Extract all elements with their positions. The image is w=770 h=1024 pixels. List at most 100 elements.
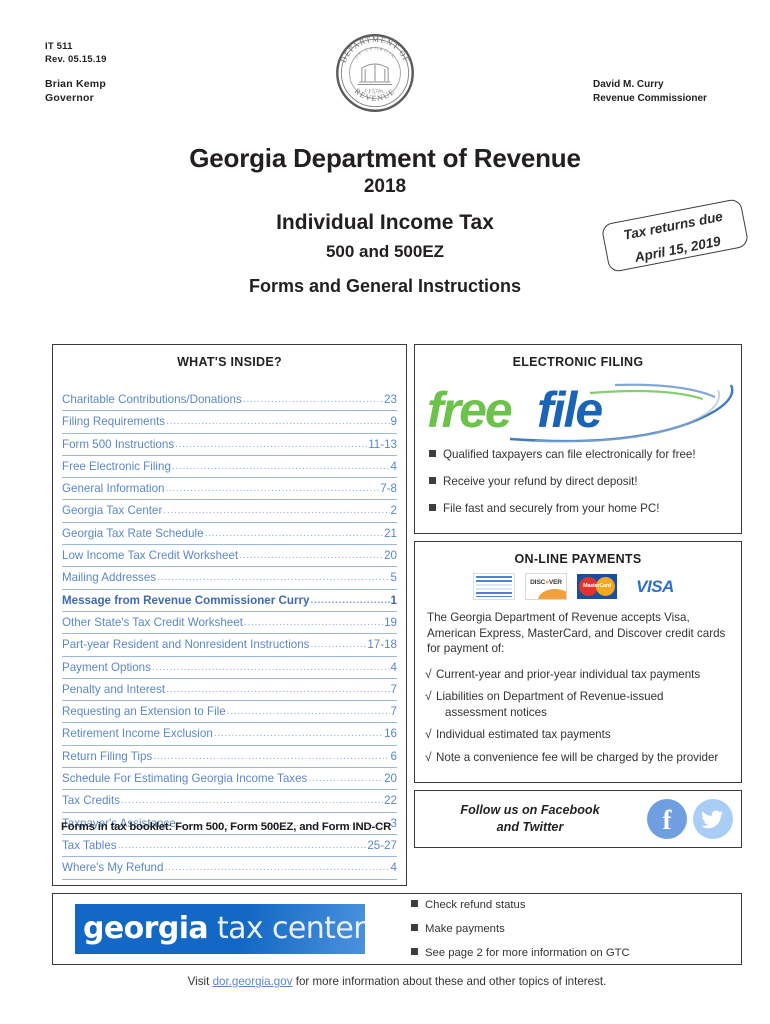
toc-entry[interactable]: Filing Requirements.....................… — [62, 411, 397, 434]
twitter-icon[interactable] — [693, 799, 733, 840]
toc-entry[interactable]: Return Filing Tips......................… — [62, 746, 397, 769]
toc-entry[interactable]: Georgia Tax Rate Schedule...............… — [62, 523, 397, 546]
credit-card-logos: DISC●VER MasterCard VISA — [415, 572, 741, 600]
gtc-bullet: See page 2 for more information on GTC — [411, 946, 630, 961]
freefile-logo: free file — [415, 371, 741, 443]
toc-entry[interactable]: Schedule For Estimating Georgia Income T… — [62, 768, 397, 791]
toc-entry-page: 16 — [384, 727, 397, 741]
toc-entry[interactable]: Mailing Addresses.......................… — [62, 567, 397, 590]
form-number: IT 511 — [45, 41, 73, 52]
electronic-filing-bullet-text: Qualified taxpayers can file electronica… — [443, 448, 696, 461]
right-column: ELECTRONIC FILING free file Qualified ta… — [414, 344, 742, 849]
toc-entry[interactable]: Payment Options.........................… — [62, 657, 397, 679]
toc-entry-page: 11-13 — [368, 437, 397, 451]
footer-note: Visit dor.georgia.gov for more informati… — [52, 975, 742, 988]
check-mark-icon: √ — [425, 689, 432, 704]
toc-entry-page: 23 — [384, 393, 397, 406]
toc-entry-label: Tax Credits — [62, 794, 120, 808]
toc-entry-label: Return Filing Tips — [62, 749, 153, 763]
whats-inside-panel: WHAT'S INSIDE? Charitable Contributions/… — [52, 344, 407, 886]
freefile-file-text: file — [537, 382, 602, 438]
toc-entry[interactable]: Where's My Refund.......................… — [62, 857, 397, 880]
toc-entry[interactable]: Penalty and Interest....................… — [62, 679, 397, 702]
governor-name: Brian Kemp — [45, 78, 106, 90]
toc-dot-leader: ........................................… — [242, 393, 383, 405]
check-mark-icon: √ — [425, 749, 432, 764]
toc-entry-label: Georgia Tax Center — [62, 504, 163, 518]
freefile-free-text: free — [427, 382, 512, 438]
gtc-bullet-text: See page 2 for more information on GTC — [425, 946, 630, 959]
toc-dot-leader: ........................................… — [226, 705, 390, 718]
facebook-icon[interactable]: f — [647, 799, 687, 840]
toc-entry[interactable]: Retirement Income Exclusion.............… — [62, 723, 397, 746]
commissioner-title: Revenue Commissioner — [593, 93, 707, 104]
toc-dot-leader: ........................................… — [243, 615, 383, 628]
toc-entry-label: Low Income Tax Credit Worksheet — [62, 549, 239, 563]
electronic-filing-panel: ELECTRONIC FILING free file Qualified ta… — [414, 344, 742, 534]
toc-entry[interactable]: General Information.....................… — [62, 478, 397, 501]
gtc-bullet-text: Make payments — [425, 922, 505, 935]
social-line2: and Twitter — [496, 820, 564, 835]
toc-entry[interactable]: Part-year Resident and Nonresident Instr… — [62, 634, 397, 657]
toc-entry-page: 5 — [390, 571, 397, 585]
gtc-word-taxcenter: tax center — [208, 911, 366, 946]
electronic-filing-benefits: Qualified taxpayers can file electronica… — [415, 443, 741, 533]
square-bullet-icon — [411, 899, 418, 907]
toc-dot-leader: ........................................… — [171, 459, 390, 472]
gtc-bottom-panel: georgia tax center Check refund status Ma… — [52, 893, 742, 965]
toc-entry[interactable]: Tax Tables..............................… — [62, 835, 397, 858]
toc-dot-leader: ........................................… — [153, 749, 389, 762]
toc-entry[interactable]: Other State's Tax Credit Worksheet......… — [62, 612, 397, 635]
mastercard-logo-icon: MasterCard — [577, 573, 617, 599]
toc-dot-leader: ........................................… — [164, 861, 390, 874]
georgia-tax-center-banner[interactable]: georgia tax center — [75, 904, 366, 954]
toc-entry-label: Form 500 Instructions — [62, 437, 175, 451]
toc-dot-leader: ........................................… — [310, 593, 389, 606]
toc-entry-page: 2 — [390, 504, 397, 518]
table-of-contents: Charitable Contributions/Donations......… — [53, 389, 406, 880]
toc-dot-leader: ........................................… — [213, 727, 383, 740]
online-payments-intro: The Georgia Department of Revenue accept… — [427, 611, 726, 655]
gtc-bullet: Make payments — [411, 922, 630, 937]
toc-entry-label: Message from Revenue Commissioner Curry — [62, 593, 310, 607]
gtc-bullet: Check refund status — [411, 898, 630, 913]
toc-entry[interactable]: Georgia Tax Center......................… — [62, 500, 397, 523]
toc-entry-label: Schedule For Estimating Georgia Income T… — [62, 772, 308, 786]
toc-dot-leader: ........................................… — [175, 437, 368, 450]
social-panel: Follow us on Facebook and Twitter f — [414, 790, 742, 849]
toc-entry-page: 6 — [390, 749, 397, 763]
toc-entry-page: 19 — [384, 615, 397, 629]
toc-entry-label: Retirement Income Exclusion — [62, 727, 213, 741]
toc-entry-label: Other State's Tax Credit Worksheet — [62, 615, 243, 629]
page-header: IT 511 Rev. 05.15.19 Brian Kemp Governor… — [0, 0, 770, 115]
payment-type-text: Liabilities on Department of Revenue-iss… — [436, 689, 664, 720]
toc-entry-label: Requesting an Extension to File — [62, 705, 226, 719]
toc-entry[interactable]: Free Electronic Filing..................… — [62, 456, 397, 479]
toc-entry[interactable]: Tax Credits.............................… — [62, 790, 397, 813]
gtc-word-georgia: georgia — [83, 911, 209, 946]
toc-entry[interactable]: Form 500 Instructions...................… — [62, 434, 397, 456]
form-identifier: IT 511 Rev. 05.15.19 Brian Kemp Governor — [45, 40, 107, 105]
toc-entry-label: Mailing Addresses — [62, 571, 157, 585]
toc-dot-leader: ........................................… — [239, 549, 384, 562]
toc-entry[interactable]: Low Income Tax Credit Worksheet.........… — [62, 545, 397, 568]
toc-entry[interactable]: Message from Revenue Commissioner Curry.… — [62, 590, 397, 612]
toc-entry[interactable]: Charitable Contributions/Donations......… — [62, 389, 397, 412]
social-follow-text: Follow us on Facebook and Twitter — [423, 802, 641, 836]
georgia-state-seal-icon: DEPARTMENT OF REVENUE OF GEORGIA STATE 1… — [334, 32, 416, 114]
toc-dot-leader: ........................................… — [166, 682, 389, 695]
toc-entry[interactable]: Requesting an Extension to File.........… — [62, 701, 397, 724]
dor-website-link[interactable]: dor.georgia.gov — [213, 975, 293, 988]
toc-dot-leader: ........................................… — [121, 794, 384, 807]
toc-dot-leader: ........................................… — [310, 638, 366, 651]
payment-type-item: √ Individual estimated tax payments — [425, 727, 731, 743]
payment-type-text: Note a convenience fee will be charged b… — [436, 750, 718, 766]
whats-inside-heading: WHAT'S INSIDE? — [177, 355, 282, 369]
toc-entry-label: Free Electronic Filing — [62, 459, 171, 473]
footer-before: Visit — [187, 975, 213, 988]
toc-entry-label: Penalty and Interest — [62, 682, 166, 696]
toc-dot-leader: ........................................… — [166, 415, 389, 428]
toc-entry-label: Georgia Tax Rate Schedule — [62, 526, 204, 540]
twitter-glyph — [693, 799, 733, 839]
two-column-layout: WHAT'S INSIDE? Charitable Contributions/… — [52, 344, 742, 886]
